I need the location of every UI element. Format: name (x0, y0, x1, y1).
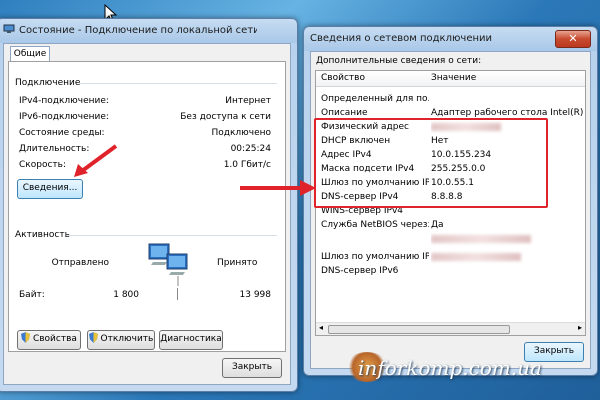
scroll-right-icon[interactable]: ▸ (578, 323, 582, 332)
bytes-label: Байт: (19, 290, 45, 300)
close-icon[interactable]: ✕ (555, 30, 591, 48)
column-header-value[interactable]: Значение (431, 73, 476, 83)
watermark-text: inforkomp.com.ua (358, 356, 542, 380)
activity-section-title: Активность (15, 230, 70, 240)
connection-section-title: Подключение (15, 78, 81, 88)
left-close-button[interactable]: Закрыть (222, 358, 282, 378)
diagnose-button[interactable]: Диагностика (159, 330, 223, 350)
disable-button[interactable]: Отключить (87, 330, 155, 350)
row-label: Скорость: (19, 160, 66, 170)
details-button[interactable]: Сведения... (17, 179, 83, 199)
status-window-body: Общие Подключение IPv4-подключение: Инте… (3, 43, 291, 385)
tab-general[interactable]: Общие (10, 46, 50, 62)
bytes-sent: 1 800 (113, 290, 139, 300)
network-icon (3, 24, 15, 33)
row-value: 00:25:24 (230, 144, 271, 154)
general-panel: Подключение IPv4-подключение: Интернет I… (8, 61, 286, 352)
network-computers-icon (148, 243, 188, 286)
redacted-value (431, 252, 521, 261)
row-value: Подключено (211, 128, 271, 138)
row-value: Без доступа к сети (180, 112, 271, 122)
properties-button[interactable]: Свойства (17, 330, 81, 350)
row-label: IPv6-подключение: (19, 112, 109, 122)
horizontal-scrollbar[interactable]: ◂ ▸ (316, 322, 585, 335)
row-label: Состояние среды: (19, 128, 105, 138)
details-window-body: Дополнительные сведения о сети: Свойство… (310, 51, 591, 369)
list-item[interactable]: Определенный для по... (321, 92, 585, 106)
highlight-box (314, 118, 548, 208)
row-label: IPv4-подключение: (19, 96, 109, 106)
status-window: Состояние - Подключение по локальной сет… (0, 18, 298, 392)
sent-label: Отправлено (51, 258, 109, 268)
column-header-property[interactable]: Свойство (321, 73, 365, 83)
details-subtitle: Дополнительные сведения о сети: (316, 56, 482, 66)
row-value: Интернет (225, 96, 271, 106)
arrow-to-details-window (240, 180, 316, 196)
list-item[interactable] (321, 232, 585, 246)
shield-icon (88, 332, 98, 343)
list-item[interactable]: Шлюз по умолчанию IP... (321, 250, 585, 264)
redacted-value (431, 234, 531, 243)
scroll-left-icon[interactable]: ◂ (319, 323, 323, 332)
scrollbar-thumb[interactable] (328, 325, 510, 334)
list-item[interactable]: DNS-сервер IPv6 (321, 264, 585, 278)
details-window-title: Сведения о сетевом подключении (310, 33, 493, 44)
shield-icon (21, 332, 31, 343)
row-value: 1.0 Гбит/с (223, 160, 271, 170)
list-item[interactable]: Служба NetBIOS черезз... Да (321, 218, 585, 232)
arrow-to-details-button (74, 144, 118, 177)
status-window-title: Состояние - Подключение по локальной сет… (3, 23, 257, 39)
received-label: Принято (217, 258, 258, 268)
bytes-received: 13 998 (239, 290, 272, 300)
